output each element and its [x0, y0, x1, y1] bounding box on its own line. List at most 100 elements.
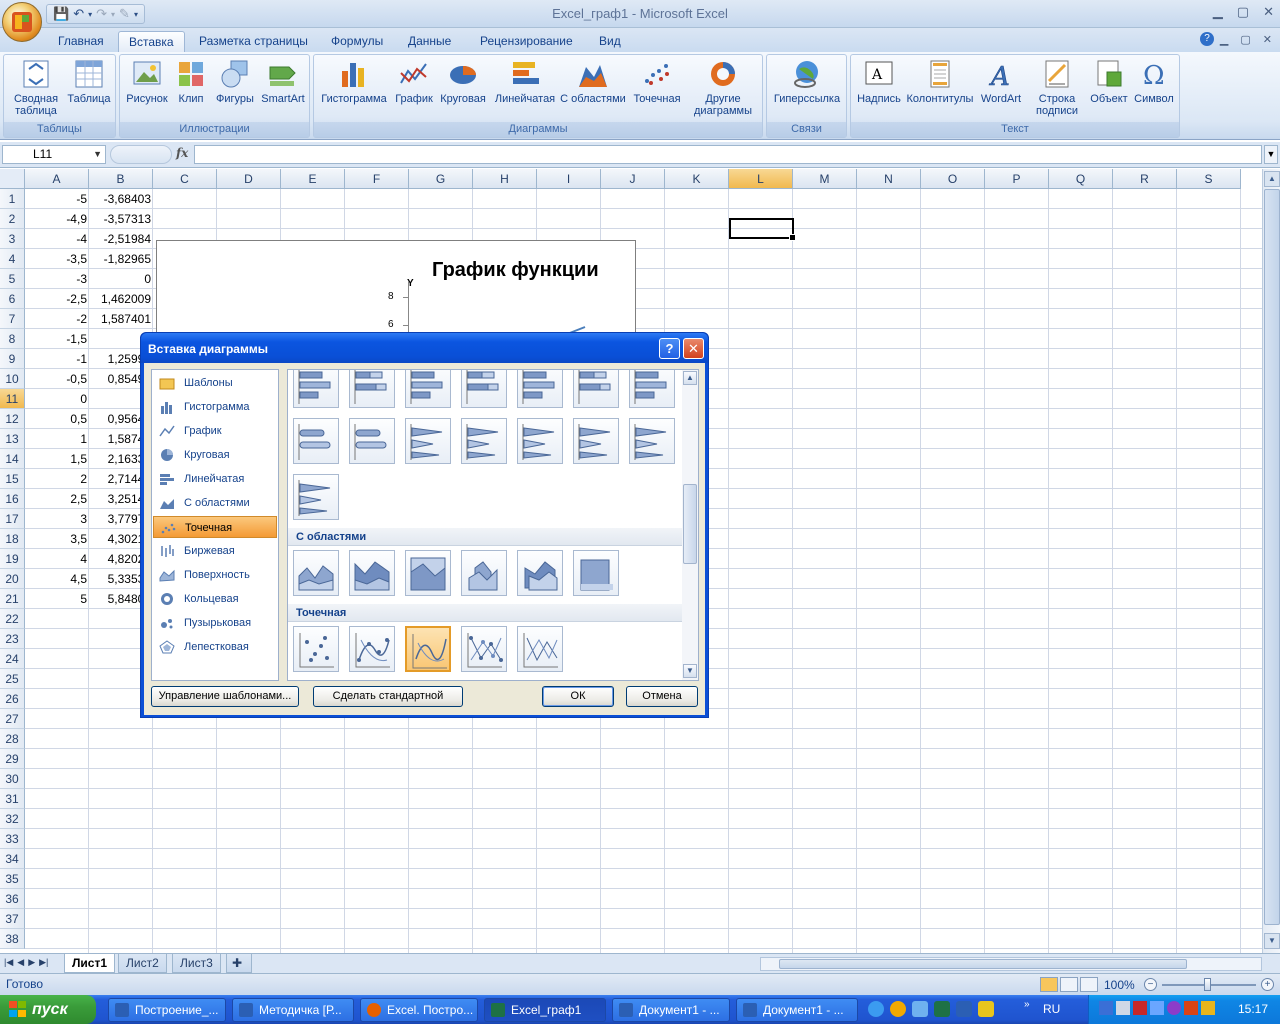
- cell-a[interactable]: 4,5: [25, 569, 89, 589]
- cell-b[interactable]: 0: [89, 269, 153, 289]
- tab-review[interactable]: Рецензирование: [470, 31, 583, 52]
- scatter-chart-button[interactable]: Точечная: [626, 59, 688, 105]
- select-all-corner[interactable]: [0, 169, 25, 189]
- set-default-button[interactable]: Сделать стандартной: [313, 686, 463, 707]
- scatter-chart-subtype-thumb[interactable]: [517, 626, 563, 672]
- horizontal-scroll-thumb[interactable]: [779, 959, 1187, 969]
- column-header-j[interactable]: J: [601, 169, 665, 189]
- column-header-p[interactable]: P: [985, 169, 1049, 189]
- show-more-icon[interactable]: »: [1024, 999, 1030, 1010]
- cell-a[interactable]: 0: [25, 389, 89, 409]
- bar-chart-subtype-thumb[interactable]: [405, 370, 451, 408]
- language-indicator[interactable]: RU: [1043, 1002, 1060, 1016]
- zoom-out-icon[interactable]: −: [1144, 978, 1157, 991]
- other-charts-button[interactable]: Другие диаграммы: [688, 59, 758, 117]
- cell-a[interactable]: 0,5: [25, 409, 89, 429]
- network-icon[interactable]: [1099, 1001, 1113, 1015]
- formula-input[interactable]: [194, 145, 1262, 164]
- bar-chart-subtype-thumb[interactable]: [573, 418, 619, 464]
- chart-category-radar[interactable]: Лепестковая: [153, 636, 277, 658]
- close-icon[interactable]: ✕: [1263, 4, 1274, 20]
- row-header[interactable]: 11: [0, 389, 25, 409]
- zoom-in-icon[interactable]: +: [1261, 978, 1274, 991]
- row-header[interactable]: 27: [0, 709, 25, 729]
- gallery-scroll-down-icon[interactable]: ▼: [683, 664, 697, 678]
- smartart-button[interactable]: SmartArt: [258, 59, 308, 105]
- row-header[interactable]: 4: [0, 249, 25, 269]
- chart-category-area[interactable]: С областями: [153, 492, 277, 514]
- next-sheet-icon[interactable]: ▶: [28, 957, 35, 968]
- row-header[interactable]: 33: [0, 829, 25, 849]
- excel-launch-icon[interactable]: [934, 1001, 950, 1017]
- cell-a[interactable]: -2,5: [25, 289, 89, 309]
- tray-tool-icon[interactable]: [1184, 1001, 1198, 1015]
- row-header[interactable]: 12: [0, 409, 25, 429]
- area-chart-subtype-thumb[interactable]: [405, 550, 451, 596]
- cell-a[interactable]: 2: [25, 469, 89, 489]
- cancel-button[interactable]: Отмена: [626, 686, 698, 707]
- cell-a[interactable]: 3,5: [25, 529, 89, 549]
- cell-b[interactable]: -1,82965: [89, 249, 153, 269]
- row-header[interactable]: 16: [0, 489, 25, 509]
- workbook-minimize-icon[interactable]: ▁: [1220, 33, 1228, 46]
- sheet-tab-3[interactable]: Лист3: [172, 954, 221, 973]
- pie-chart-button[interactable]: Круговая: [436, 59, 490, 105]
- row-header[interactable]: 15: [0, 469, 25, 489]
- page-layout-view-icon[interactable]: [1060, 977, 1078, 992]
- column-header-k[interactable]: K: [665, 169, 729, 189]
- row-header[interactable]: 13: [0, 429, 25, 449]
- dialog-title-bar[interactable]: Вставка диаграммы ? ✕: [141, 333, 708, 363]
- row-header[interactable]: 21: [0, 589, 25, 609]
- pivot-table-button[interactable]: Сводная таблица: [8, 59, 64, 117]
- column-header-r[interactable]: R: [1113, 169, 1177, 189]
- vertical-scrollbar[interactable]: ▲ ▼: [1262, 169, 1280, 953]
- cell-a[interactable]: -4,9: [25, 209, 89, 229]
- column-header-c[interactable]: C: [153, 169, 217, 189]
- row-header[interactable]: 32: [0, 809, 25, 829]
- bar-chart-button[interactable]: Линейчатая: [490, 59, 560, 105]
- cell-a[interactable]: -1: [25, 349, 89, 369]
- histogram-button[interactable]: Гистограмма: [318, 59, 390, 105]
- sheet-tab-2[interactable]: Лист2: [118, 954, 167, 973]
- tab-home[interactable]: Главная: [48, 31, 114, 52]
- cell-a[interactable]: 2,5: [25, 489, 89, 509]
- cell-b[interactable]: 1,587401: [89, 309, 153, 329]
- column-header-f[interactable]: F: [345, 169, 409, 189]
- object-button[interactable]: Объект: [1087, 59, 1131, 105]
- media-player-icon[interactable]: [890, 1001, 906, 1017]
- bar-chart-subtype-thumb[interactable]: [629, 370, 675, 408]
- insert-function-icon[interactable]: fx: [176, 146, 188, 160]
- gallery-scrollbar[interactable]: ▲ ▼: [682, 370, 698, 680]
- maximize-icon[interactable]: ▢: [1237, 4, 1249, 20]
- vertical-scroll-thumb[interactable]: [1264, 189, 1280, 925]
- column-header-b[interactable]: B: [89, 169, 153, 189]
- row-header[interactable]: 28: [0, 729, 25, 749]
- tray-app-icon[interactable]: [1167, 1001, 1181, 1015]
- shapes-button[interactable]: Фигуры: [212, 59, 258, 105]
- active-cell-cursor[interactable]: [729, 218, 796, 241]
- row-header[interactable]: 24: [0, 649, 25, 669]
- dialog-help-icon[interactable]: ?: [659, 338, 680, 359]
- name-box[interactable]: L11 ▼: [2, 145, 106, 164]
- wordart-button[interactable]: A WordArt: [977, 59, 1025, 105]
- tab-data[interactable]: Данные: [398, 31, 461, 52]
- row-header[interactable]: 5: [0, 269, 25, 289]
- column-header-n[interactable]: N: [857, 169, 921, 189]
- bar-chart-subtype-thumb[interactable]: [293, 418, 339, 464]
- task-button-6[interactable]: Документ1 - ...: [736, 998, 858, 1022]
- row-header[interactable]: 17: [0, 509, 25, 529]
- row-header[interactable]: 14: [0, 449, 25, 469]
- cell-a[interactable]: -0,5: [25, 369, 89, 389]
- row-header[interactable]: 34: [0, 849, 25, 869]
- area-chart-subtype-thumb[interactable]: [349, 550, 395, 596]
- row-header[interactable]: 2: [0, 209, 25, 229]
- task-button-1[interactable]: Построение_...: [108, 998, 226, 1022]
- column-header-a[interactable]: A: [25, 169, 89, 189]
- task-button-5[interactable]: Документ1 - ...: [612, 998, 730, 1022]
- row-header[interactable]: 7: [0, 309, 25, 329]
- tab-formulas[interactable]: Формулы: [321, 31, 393, 52]
- task-button-4[interactable]: Excel_граф1: [484, 998, 606, 1022]
- cell-a[interactable]: 1,5: [25, 449, 89, 469]
- first-sheet-icon[interactable]: |◀: [4, 957, 13, 968]
- insert-sheet-icon[interactable]: ✚: [226, 954, 252, 973]
